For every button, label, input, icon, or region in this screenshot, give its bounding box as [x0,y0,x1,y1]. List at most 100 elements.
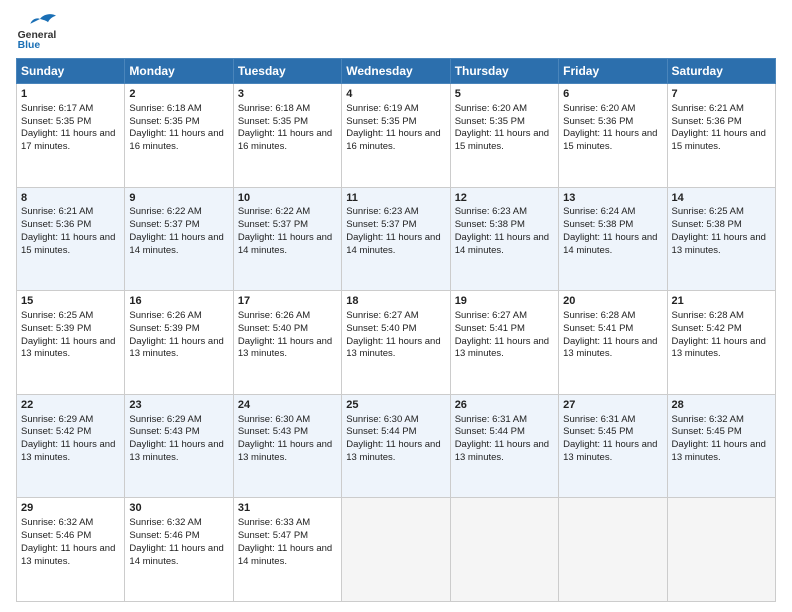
table-row: 21Sunrise: 6:28 AMSunset: 5:42 PMDayligh… [667,291,775,395]
day-number: 6 [563,87,662,102]
daylight-text: Daylight: 11 hours and 14 minutes. [238,543,332,567]
daylight-text: Daylight: 11 hours and 15 minutes. [563,128,657,152]
day-number: 10 [238,191,337,206]
table-row: 16Sunrise: 6:26 AM Sunset: 5:39 PM Dayligh… [125,291,233,395]
daylight-text: Daylight: 11 hours and 13 minutes. [455,336,549,360]
logo: General Blue [16,12,64,50]
sunrise-text: Sunrise: 6:19 AM [346,103,418,114]
sunrise-text: Sunrise: 6:21 AM [672,103,744,114]
table-row: 26Sunrise: 6:31 AMSunset: 5:44 PMDayligh… [450,394,558,498]
col-tuesday: Tuesday [233,59,341,84]
day-number: 30 [129,501,228,516]
sunset-text: Sunset: 5:37 PM [238,219,308,230]
table-row: 6Sunrise: 6:20 AMSunset: 5:36 PMDaylight… [559,84,667,188]
sunrise-text: Sunrise: 6:21 AM [21,206,93,217]
table-row: 13Sunrise: 6:24 AMSunset: 5:38 PMDayligh… [559,187,667,291]
daylight-text: Daylight: 11 hours and 13 minutes. [672,232,766,256]
sunset-text: Sunset: 5:38 PM [563,219,633,230]
col-friday: Friday [559,59,667,84]
sunset-text: Sunset: 5:43 PM [129,426,199,437]
table-row: 28Sunrise: 6:32 AMSunset: 5:45 PMDayligh… [667,394,775,498]
sunset-text: Sunset: 5:35 PM [238,116,308,127]
daylight-text: Daylight: 11 hours and 14 minutes. [563,232,657,256]
daylight-text: Daylight: 11 hours and 15 minutes. [21,232,115,256]
daylight-text: Daylight: 11 hours and 14 minutes. [238,232,332,256]
sunset-text: Sunset: 5:38 PM [672,219,742,230]
sunset-text: Sunset: 5:35 PM [129,116,199,127]
table-row: 31Sunrise: 6:33 AMSunset: 5:47 PMDayligh… [233,498,341,602]
sunrise-text: Sunrise: 6:25 AM [672,206,744,217]
day-number: 18 [346,294,445,309]
sunrise-text: Sunrise: 6:26 AM [129,310,201,321]
col-sunday: Sunday [17,59,125,84]
calendar-week-row: 8Sunrise: 6:21 AMSunset: 5:36 PMDaylight… [17,187,776,291]
table-row [342,498,450,602]
page: General Blue Sunday Monday Tuesday Wedne… [0,0,792,612]
sunrise-text: Sunrise: 6:23 AM [455,206,527,217]
sunset-text: Sunset: 5:36 PM [672,116,742,127]
table-row: 30Sunrise: 6:32 AM Sunset: 5:46 PM Dayligh… [125,498,233,602]
table-row: 4Sunrise: 6:19 AMSunset: 5:35 PMDaylight… [342,84,450,188]
day-number: 31 [238,501,337,516]
sunset-text: Sunset: 5:46 PM [21,530,91,541]
day-number: 23 [129,398,228,413]
header: General Blue [16,12,776,50]
daylight-text: Daylight: 11 hours and 13 minutes. [346,336,440,360]
sunrise-text: Sunrise: 6:32 AM [129,517,201,528]
calendar-week-row: 1Sunrise: 6:17 AMSunset: 5:35 PMDaylight… [17,84,776,188]
table-row [667,498,775,602]
day-number: 28 [672,398,771,413]
daylight-text: Daylight: 11 hours and 16 minutes. [238,128,332,152]
table-row: 8Sunrise: 6:21 AMSunset: 5:36 PMDaylight… [17,187,125,291]
calendar-table: Sunday Monday Tuesday Wednesday Thursday… [16,58,776,602]
table-row: 1Sunrise: 6:17 AMSunset: 5:35 PMDaylight… [17,84,125,188]
table-row: 20Sunrise: 6:28 AMSunset: 5:41 PMDayligh… [559,291,667,395]
sunrise-text: Sunrise: 6:20 AM [563,103,635,114]
sunrise-text: Sunrise: 6:25 AM [21,310,93,321]
day-number: 22 [21,398,120,413]
day-number: 4 [346,87,445,102]
daylight-text: Daylight: 11 hours and 13 minutes. [238,439,332,463]
col-thursday: Thursday [450,59,558,84]
day-number: 24 [238,398,337,413]
sunrise-text: Sunrise: 6:22 AM [238,206,310,217]
sunset-text: Sunset: 5:44 PM [455,426,525,437]
sunset-text: Sunset: 5:39 PM [21,323,91,334]
col-wednesday: Wednesday [342,59,450,84]
sunset-text: Sunset: 5:43 PM [238,426,308,437]
svg-text:Blue: Blue [18,40,41,50]
sunset-text: Sunset: 5:41 PM [455,323,525,334]
sunset-text: Sunset: 5:42 PM [672,323,742,334]
table-row: 3Sunrise: 6:18 AMSunset: 5:35 PMDaylight… [233,84,341,188]
sunset-text: Sunset: 5:37 PM [129,219,199,230]
table-row: 15Sunrise: 6:25 AMSunset: 5:39 PMDayligh… [17,291,125,395]
table-row: 25Sunrise: 6:30 AMSunset: 5:44 PMDayligh… [342,394,450,498]
sunrise-text: Sunrise: 6:33 AM [238,517,310,528]
daylight-text: Daylight: 11 hours and 13 minutes. [21,439,115,463]
table-row: 12Sunrise: 6:23 AMSunset: 5:38 PMDayligh… [450,187,558,291]
sunset-text: Sunset: 5:46 PM [129,530,199,541]
table-row: 7Sunrise: 6:21 AMSunset: 5:36 PMDaylight… [667,84,775,188]
daylight-text: Daylight: 11 hours and 14 minutes. [129,232,223,256]
col-saturday: Saturday [667,59,775,84]
sunset-text: Sunset: 5:45 PM [563,426,633,437]
sunrise-text: Sunrise: 6:22 AM [129,206,201,217]
sunset-text: Sunset: 5:42 PM [21,426,91,437]
calendar-week-row: 29Sunrise: 6:32 AMSunset: 5:46 PMDayligh… [17,498,776,602]
sunrise-text: Sunrise: 6:31 AM [563,414,635,425]
daylight-text: Daylight: 11 hours and 14 minutes. [346,232,440,256]
daylight-text: Daylight: 11 hours and 13 minutes. [563,336,657,360]
table-row: 19Sunrise: 6:27 AMSunset: 5:41 PMDayligh… [450,291,558,395]
day-number: 17 [238,294,337,309]
table-row: 11Sunrise: 6:23 AMSunset: 5:37 PMDayligh… [342,187,450,291]
sunset-text: Sunset: 5:45 PM [672,426,742,437]
sunset-text: Sunset: 5:39 PM [129,323,199,334]
day-number: 3 [238,87,337,102]
day-number: 8 [21,191,120,206]
daylight-text: Daylight: 11 hours and 13 minutes. [129,336,223,360]
sunrise-text: Sunrise: 6:20 AM [455,103,527,114]
sunrise-text: Sunrise: 6:32 AM [672,414,744,425]
daylight-text: Daylight: 11 hours and 14 minutes. [129,543,223,567]
day-number: 16 [129,294,228,309]
sunset-text: Sunset: 5:35 PM [21,116,91,127]
